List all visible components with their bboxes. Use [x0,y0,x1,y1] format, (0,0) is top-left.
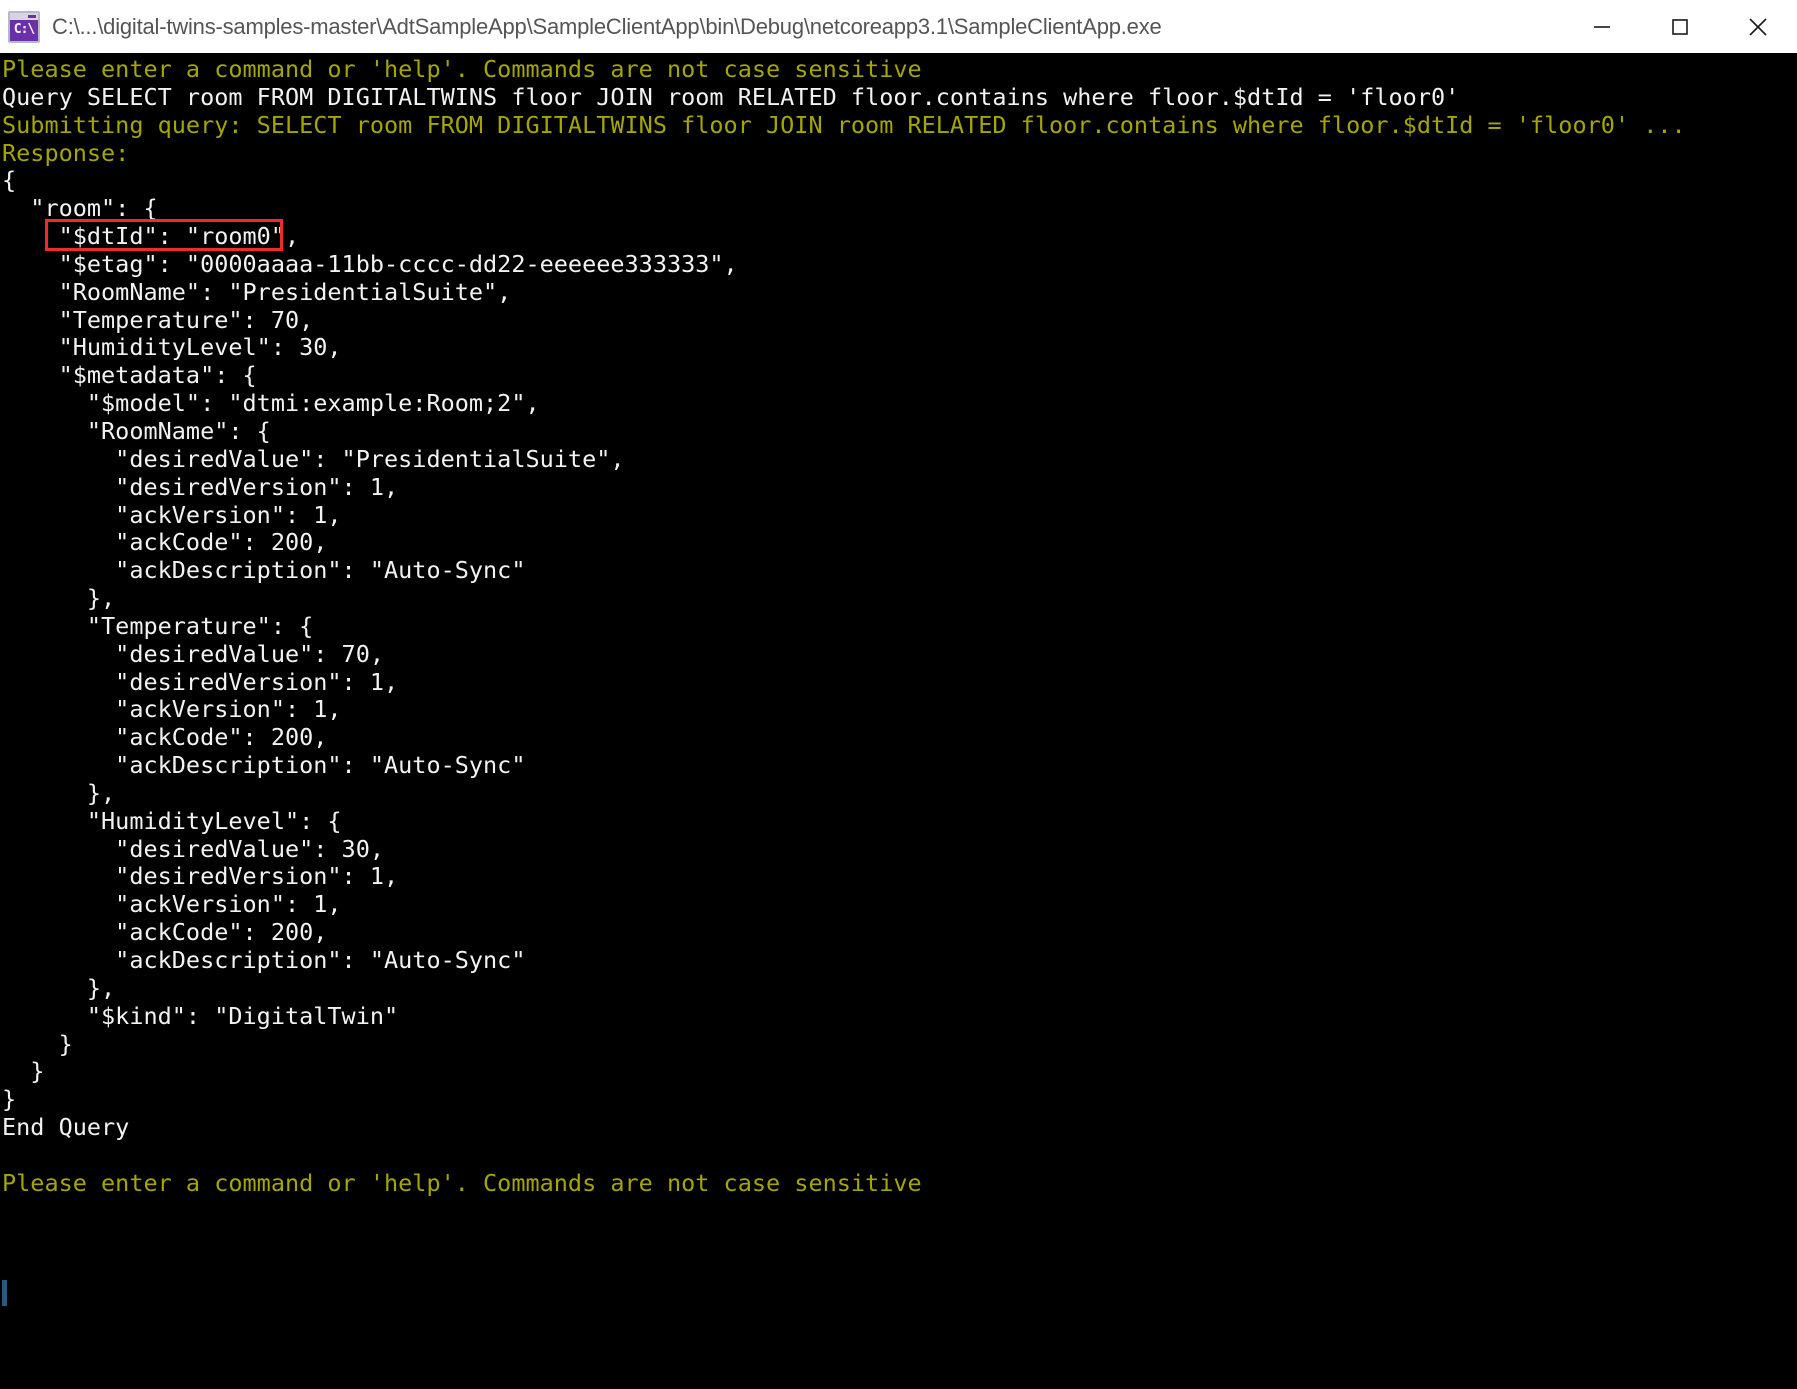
minimize-button[interactable] [1563,0,1641,53]
console-line: "$metadata": { [2,361,257,390]
console-line: "desiredValue": 30, [2,834,385,863]
window-controls [1563,0,1797,53]
text-cursor [2,1280,7,1306]
console-line: "$model": "dtmi:example:Room;2", [2,389,540,418]
console-line: "$etag": "0000aaaa-11bb-cccc-dd22-eeeeee… [2,249,738,278]
console-line: { [2,166,17,195]
console-line: "$dtId": "room0", [2,222,300,251]
console-line: "RoomName": { [2,416,271,445]
console-line: "ackVersion": 1, [2,890,342,919]
console-line: Response: [2,138,130,167]
console-line: "ackCode": 200, [2,918,328,947]
console-output-area[interactable]: Please enter a command or 'help'. Comman… [0,53,1797,1389]
console-line: Please enter a command or 'help'. Comman… [2,1168,922,1197]
console-line: "ackCode": 200, [2,723,328,752]
console-text: Please enter a command or 'help'. Comman… [0,53,1797,1225]
console-line: } [2,1029,73,1058]
console-line: "ackDescription": "Auto-Sync" [2,751,526,780]
console-cmd-icon: C:\ [8,10,40,43]
console-line: "room": { [2,194,158,223]
close-button[interactable] [1719,0,1797,53]
console-line: }, [2,973,116,1002]
console-line: "ackDescription": "Auto-Sync" [2,556,526,585]
window-title: C:\...\digital-twins-samples-master\AdtS… [52,13,1162,39]
console-line: End Query [2,1113,130,1142]
console-window: C:\ C:\...\digital-twins-samples-master\… [0,0,1797,1389]
title-bar[interactable]: C:\ C:\...\digital-twins-samples-master\… [0,0,1797,53]
console-line: "$kind": "DigitalTwin" [2,1001,399,1030]
console-line: "Temperature": 70, [2,305,314,334]
console-line: "desiredVersion": 1, [2,862,399,891]
console-line: "ackVersion": 1, [2,695,342,724]
console-line: }, [2,584,116,613]
console-line: "desiredValue": 70, [2,639,385,668]
console-line: }, [2,778,116,807]
console-line: "desiredValue": "PresidentialSuite", [2,444,625,473]
console-line: Query SELECT room FROM DIGITALTWINS floo… [2,82,1460,111]
console-line: "HumidityLevel": { [2,806,342,835]
console-line: } [2,1057,45,1086]
icon-prompt-glyph: C:\ [13,21,35,37]
console-line: "desiredVersion": 1, [2,472,399,501]
console-line: Submitting query: SELECT room FROM DIGIT… [2,110,1686,139]
console-line: "Temperature": { [2,611,314,640]
console-line: "ackCode": 200, [2,528,328,557]
console-line: "ackDescription": "Auto-Sync" [2,946,526,974]
console-line: Please enter a command or 'help'. Comman… [2,55,922,83]
console-line: "RoomName": "PresidentialSuite", [2,277,512,306]
console-line: "ackVersion": 1, [2,500,342,529]
icon-title-stripe [10,12,38,20]
console-line: } [2,1085,17,1114]
console-line: "desiredVersion": 1, [2,667,399,696]
console-line: "HumidityLevel": 30, [2,333,342,362]
maximize-button[interactable] [1641,0,1719,53]
